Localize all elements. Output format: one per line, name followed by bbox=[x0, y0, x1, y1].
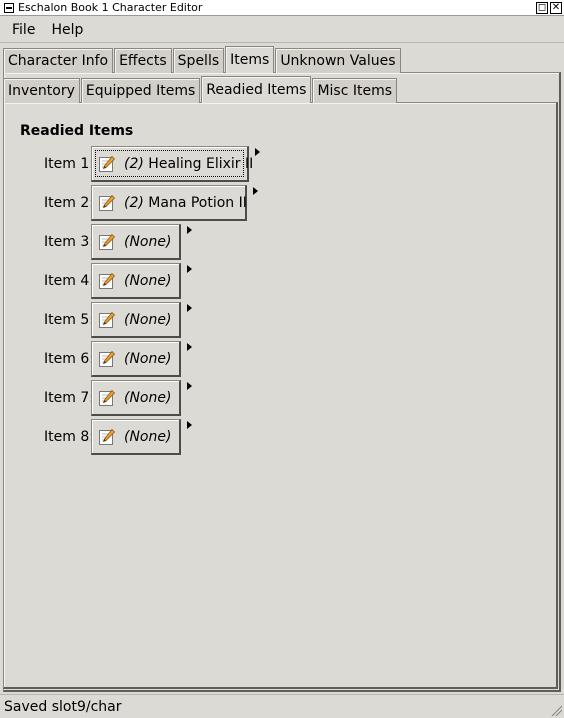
slot-item-text: (2) Mana Potion II bbox=[124, 195, 247, 211]
slot-item-name: Mana Potion II bbox=[148, 194, 247, 211]
edit-pencil-icon bbox=[98, 194, 116, 212]
menu-arrow-icon[interactable] bbox=[187, 343, 192, 351]
slot-item-name: (None) bbox=[124, 389, 172, 406]
edit-pencil-icon bbox=[98, 311, 116, 329]
tab-items[interactable]: Items bbox=[225, 46, 275, 73]
slot-item-button[interactable]: (2) Healing Elixir II bbox=[91, 146, 253, 182]
menu-file-label: File bbox=[12, 21, 36, 38]
slot-item-name: (None) bbox=[124, 350, 172, 367]
maximize-icon[interactable]: ◻ bbox=[536, 1, 548, 14]
tab-inventory[interactable]: Inventory bbox=[3, 78, 80, 103]
tab-spells[interactable]: Spells bbox=[172, 48, 225, 73]
slot-label: Item 6: bbox=[44, 351, 94, 367]
menu-help[interactable]: Help bbox=[43, 22, 91, 38]
menu-file[interactable]: File bbox=[4, 22, 43, 38]
section-title: Readied Items bbox=[20, 123, 134, 139]
slot-item-text: (None) bbox=[124, 273, 171, 289]
focus-ring bbox=[95, 150, 244, 177]
slot-item-button[interactable]: (None) bbox=[91, 302, 181, 338]
title-bar: Eschalon Book 1 Character Editor ◻ ✕ bbox=[0, 0, 564, 16]
menu-bar: File Help bbox=[0, 17, 564, 43]
menu-arrow-icon[interactable] bbox=[187, 226, 192, 234]
slot-label: Item 1: bbox=[44, 156, 94, 172]
slot-item-text: (None) bbox=[124, 312, 171, 328]
menu-arrow-icon[interactable] bbox=[255, 148, 260, 156]
slot-item-qty: (2) bbox=[124, 194, 144, 211]
slot-item-name: (None) bbox=[124, 272, 172, 289]
slot-item-button[interactable]: (None) bbox=[91, 263, 181, 299]
status-bar: Saved slot9/char bbox=[0, 694, 564, 718]
slot-label: Item 5: bbox=[44, 312, 94, 328]
menu-arrow-icon[interactable] bbox=[187, 304, 192, 312]
edit-pencil-icon bbox=[98, 350, 116, 368]
status-text: Saved slot9/char bbox=[4, 698, 122, 715]
tab-readied-items[interactable]: Readied Items bbox=[201, 76, 312, 103]
menu-help-label: Help bbox=[51, 21, 84, 38]
edit-pencil-icon bbox=[98, 233, 116, 251]
slot-label: Item 8: bbox=[44, 429, 94, 445]
tab-effects[interactable]: Effects bbox=[114, 48, 172, 73]
window-menu-icon[interactable] bbox=[4, 2, 14, 13]
menu-arrow-icon[interactable] bbox=[187, 265, 192, 273]
edit-pencil-icon bbox=[98, 155, 116, 173]
slot-item-name: (None) bbox=[124, 428, 172, 445]
menu-arrow-icon[interactable] bbox=[187, 421, 192, 429]
tab-unknown-values[interactable]: Unknown Values bbox=[275, 48, 401, 73]
item-subtabs: Inventory Equipped Items Readied Items M… bbox=[3, 76, 398, 103]
slot-label: Item 2: bbox=[44, 195, 94, 211]
edit-pencil-icon bbox=[98, 272, 116, 290]
slot-item-button[interactable]: (None) bbox=[91, 341, 181, 377]
slot-item-button[interactable]: (2) Mana Potion II bbox=[91, 185, 247, 221]
slot-label: Item 7: bbox=[44, 390, 94, 406]
edit-pencil-icon bbox=[98, 428, 116, 446]
slot-label: Item 4: bbox=[44, 273, 94, 289]
tab-equipped-items[interactable]: Equipped Items bbox=[80, 78, 201, 103]
slot-item-text: (None) bbox=[124, 429, 171, 445]
slot-item-name: (None) bbox=[124, 311, 172, 328]
edit-pencil-icon bbox=[98, 389, 116, 407]
slot-item-button[interactable]: (None) bbox=[91, 419, 181, 455]
menu-arrow-icon[interactable] bbox=[187, 382, 192, 390]
slot-label: Item 3: bbox=[44, 234, 94, 250]
slot-item-text: (None) bbox=[124, 390, 171, 406]
slot-item-text: (None) bbox=[124, 234, 171, 250]
main-tabs: Character Info Effects Spells Items Unkn… bbox=[3, 46, 402, 73]
menu-arrow-icon[interactable] bbox=[253, 187, 258, 195]
tab-character-info[interactable]: Character Info bbox=[3, 48, 114, 73]
close-icon[interactable]: ✕ bbox=[550, 1, 562, 14]
tab-misc-items[interactable]: Misc Items bbox=[312, 78, 398, 103]
resize-grip-icon[interactable] bbox=[550, 704, 562, 716]
slot-item-text: (None) bbox=[124, 351, 171, 367]
slot-item-button[interactable]: (None) bbox=[91, 380, 181, 416]
slot-item-button[interactable]: (None) bbox=[91, 224, 181, 260]
slot-item-name: (None) bbox=[124, 233, 172, 250]
window-title: Eschalon Book 1 Character Editor bbox=[18, 1, 203, 14]
